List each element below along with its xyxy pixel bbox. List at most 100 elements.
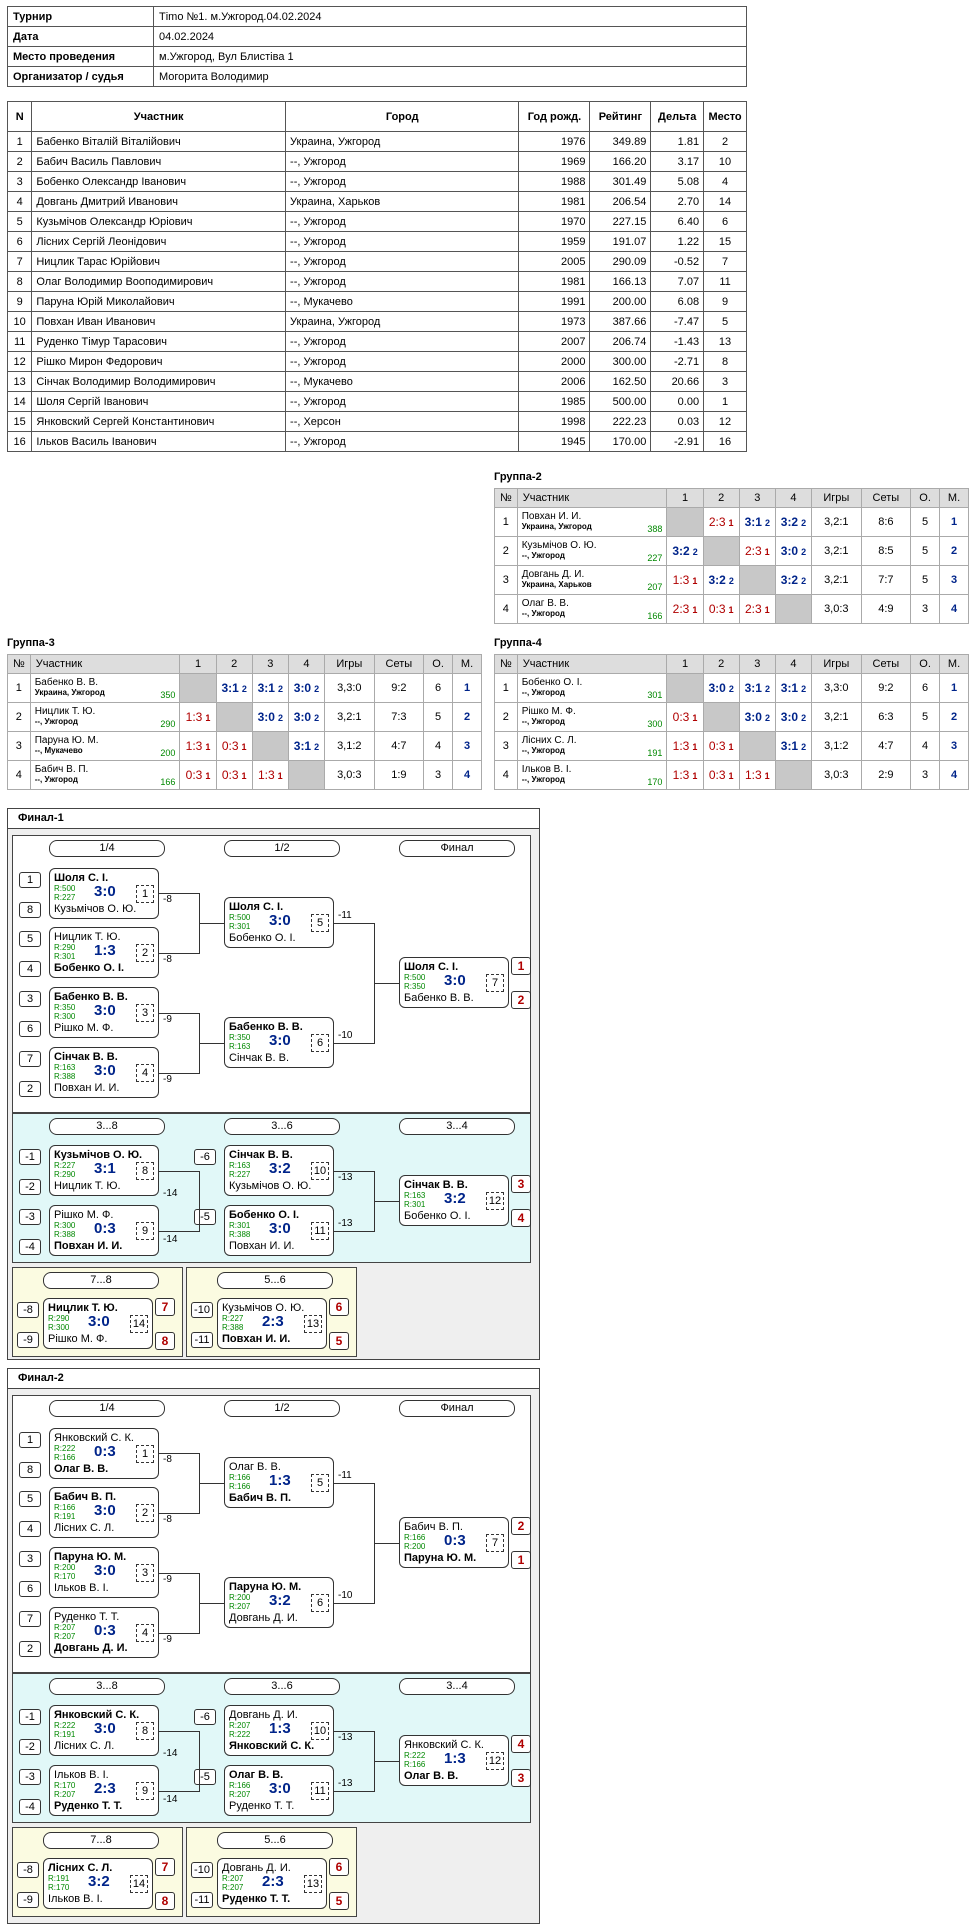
group-score-points: 2: [801, 684, 807, 694]
group-games: 3,3:0: [324, 673, 375, 703]
group-player: Довгань Д. И. Украина, Харьков 207: [516, 565, 668, 595]
player-row: 3 Бобенко Олександр Іванович --, Ужгород 19…: [6, 171, 747, 192]
match-score: 0:3: [94, 1220, 116, 1237]
group-player-name: Бабенко В. В.: [34, 677, 99, 688]
group-score-points: 1: [728, 605, 734, 615]
group-place: 3: [452, 731, 482, 761]
player-cell: 1981: [518, 271, 591, 292]
group-points: 5: [910, 536, 941, 566]
final-block: Финал-2 1/4 1/2 Финал Янковский С. К. R:222 R:…: [7, 1368, 540, 1924]
group-sets: 9:2: [373, 673, 425, 703]
match-rating-1: R:227: [222, 1314, 244, 1323]
players-header: Рейтинг: [589, 101, 652, 132]
player-cell: -2.91: [650, 431, 705, 452]
match-box: Бабич В. П. R:166 R:200 0:3 7 Паруна Ю. М.: [399, 1517, 509, 1568]
seed-box: 6: [19, 1581, 41, 1597]
group-header: 4: [774, 654, 813, 674]
group-points: 4: [910, 731, 941, 761]
group-score-points: 2: [728, 576, 734, 586]
player-cell: --, Ужгород: [285, 351, 520, 372]
match-player-2: Повхан И. И.: [54, 1082, 120, 1094]
player-cell: -2.71: [650, 351, 705, 372]
player-cell: Довгань Дмитрий Иванович: [31, 191, 287, 212]
group-score-points: 1: [692, 576, 698, 586]
match-box: Бобенко О. І. R:301 R:388 3:0 11 Повхан И. И.: [224, 1205, 334, 1256]
match-box: Паруна Ю. М. R:200 R:207 3:2 6 Довгань Д. И.: [224, 1577, 334, 1628]
player-cell: 3: [703, 371, 747, 392]
group-player-city: --, Ужгород: [521, 746, 565, 755]
group-player: Бобенко О. І. --, Ужгород 301: [516, 673, 668, 703]
group-header: Участник: [516, 654, 668, 674]
player-cell: --, Ужгород: [285, 231, 520, 252]
player-cell: --, Ужгород: [285, 391, 520, 412]
group-row: 4 Ільков В. І. --, Ужгород 170 1:3 1 0:3 1 1:3 1 3…: [494, 760, 969, 790]
match-rating-1: R:207: [222, 1874, 244, 1883]
group-score: 0:3: [708, 739, 726, 753]
match-rating-2: R:166: [229, 1482, 251, 1491]
match-rating-2: R:222: [229, 1730, 251, 1739]
player-cell: Бобенко Олександр Іванович: [31, 171, 287, 192]
group-player-rating: 170: [647, 777, 663, 787]
link-label: -8: [163, 894, 172, 905]
player-cell: 206.74: [589, 331, 652, 352]
info-row: Турнир Тimo №1. м.Ужгород.04.02.2024: [7, 6, 747, 27]
group-score-points: 2: [314, 742, 320, 752]
player-cell: Лісних Сергій Леонідович: [31, 231, 287, 252]
match-player-2: Руденко Т. Т.: [229, 1800, 295, 1812]
match-number: 14: [130, 1315, 148, 1333]
seed-box: -2: [19, 1739, 41, 1755]
group-sets: 4:7: [373, 731, 425, 761]
match-number: 9: [136, 1782, 154, 1800]
group-place: 4: [452, 760, 482, 790]
group-score-cell: 3:1 2: [215, 673, 253, 703]
seed-box: -10: [191, 1862, 213, 1878]
group-row: 1 Бобенко О. І. --, Ужгород 301 3:0 2 3:1 2 3:1 2…: [494, 673, 969, 703]
match-rating-1: R:301: [229, 1221, 251, 1230]
player-cell: 1991: [518, 291, 591, 312]
group-score-points: 1: [728, 742, 734, 752]
player-cell: 1969: [518, 151, 591, 172]
seed-box: 2: [19, 1641, 41, 1657]
match-box: Паруна Ю. М. R:200 R:170 3:0 3 Ільков В. І.: [49, 1547, 159, 1598]
group-place: 3: [939, 565, 969, 595]
group-score-points: 1: [205, 713, 211, 723]
player-cell: Рішко Мирон Федорович: [31, 351, 287, 372]
seed-box: 5: [19, 1491, 41, 1507]
group-player-name: Рішко М. Ф.: [521, 706, 576, 717]
place-7-8-panel: 7...8 Лісних С. Л. R:191 R:170 3:2 14 Ільков В…: [12, 1827, 183, 1917]
group-score-points: 1: [692, 742, 698, 752]
player-cell: 2007: [518, 331, 591, 352]
result-place: 3: [511, 1769, 531, 1787]
match-number: 8: [136, 1162, 154, 1180]
player-cell: 1: [6, 131, 33, 152]
seed-box: -9: [17, 1332, 39, 1348]
group-score-cell: 3:2 2: [666, 536, 704, 566]
players-header: N: [6, 101, 33, 132]
group-header: 2: [702, 654, 740, 674]
group-player-rating: 300: [647, 719, 663, 729]
player-cell: 290.09: [589, 251, 652, 272]
group-score-cell: 3:0 2: [702, 673, 740, 703]
group-score: 0:3: [221, 739, 239, 753]
player-cell: 1945: [518, 431, 591, 452]
info-value: 04.02.2024: [153, 26, 747, 47]
group-place: 4: [939, 594, 969, 624]
group-score: 0:3: [185, 768, 203, 782]
match-rating-2: R:207: [229, 1790, 251, 1799]
seed-box: 8: [19, 902, 41, 918]
group-score-points: 2: [241, 684, 247, 694]
match-box: Олаг В. В. R:166 R:207 3:0 11 Руденко Т. Т.: [224, 1765, 334, 1816]
match-player-2: Ільков В. І.: [54, 1582, 109, 1594]
group-row-number: 4: [494, 594, 518, 624]
group-header: О.: [910, 654, 941, 674]
group-score-cell: 0:3 1: [179, 760, 217, 790]
group-header: Игры: [811, 488, 862, 508]
player-cell: --, Ужгород: [285, 211, 520, 232]
match-score: 3:1: [94, 1160, 116, 1177]
match-score: 3:0: [269, 1780, 291, 1797]
player-cell: --, Мукачево: [285, 371, 520, 392]
player-cell: 4: [6, 191, 33, 212]
player-cell: 3: [6, 171, 33, 192]
player-row: 15 Янковский Сергей Константинович --, Хер…: [6, 411, 747, 432]
group-player-city: --, Мукачево: [34, 746, 83, 755]
